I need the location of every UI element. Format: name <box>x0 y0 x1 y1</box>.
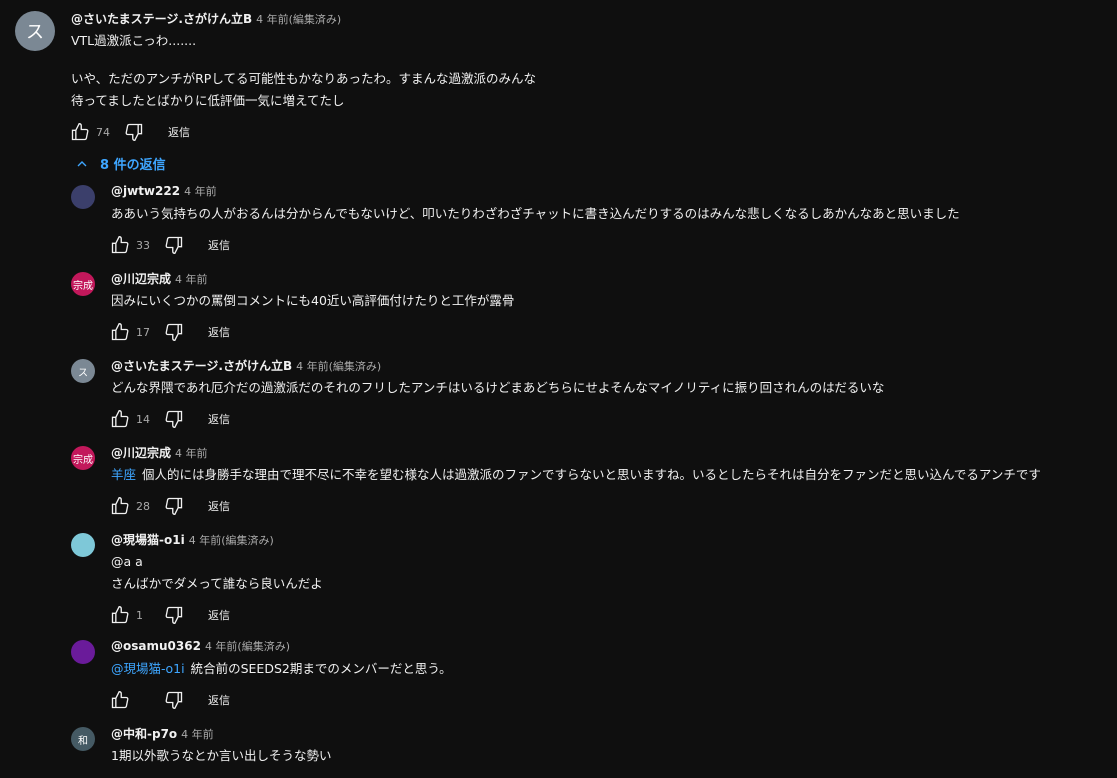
like-count: 28 <box>136 499 150 513</box>
reply-line: 1期以外歌うなとか言い出しそうな勢い <box>111 748 332 763</box>
comment-line: VTL過激派こっわ....... <box>71 33 197 48</box>
thumbs-up-icon[interactable] <box>70 122 90 142</box>
thumbs-up-icon[interactable] <box>110 690 130 710</box>
reply-header: @さいたまステージ.さがけん立B 4 年前(編集済み) <box>111 357 381 374</box>
reply-actions: 14 返信 <box>110 407 230 431</box>
thumbs-up-icon[interactable] <box>110 322 130 342</box>
like-count: 14 <box>136 412 150 426</box>
reply-actions: 17 返信 <box>110 320 230 344</box>
reply-actions: 1 返信 <box>110 603 230 627</box>
thumbs-down-icon[interactable] <box>164 690 184 710</box>
reply-author[interactable]: @川辺宗成 <box>111 272 171 286</box>
comment-line: 待ってましたとばかりに低評価一気に増えてたし <box>71 93 345 108</box>
comment-header: @さいたまステージ.さがけん立B 4 年前(編集済み) <box>71 10 341 27</box>
reply-author[interactable]: @川辺宗成 <box>111 446 171 460</box>
reply-button[interactable]: 返信 <box>208 237 230 253</box>
reply-header: @川辺宗成 4 年前 <box>111 444 208 461</box>
reply-time[interactable]: 4 年前 <box>175 447 208 460</box>
reply-line: ああいう気持ちの人がおるんは分からんでもないけど、叩いたりわざわざチャットに書き… <box>111 206 960 221</box>
reply-header: @現場猫-o1i 4 年前(編集済み) <box>111 531 274 548</box>
reply-time[interactable]: 4 年前 <box>175 273 208 286</box>
reply-text: 統合前のSEEDS2期までのメンバーだと思う。 <box>190 661 452 676</box>
like-count: 74 <box>96 125 110 139</box>
comment-line: いや、ただのアンチがRPしてる可能性もかなりあったわ。すまんな過激派のみんな <box>71 71 536 86</box>
reply-header: @osamu0362 4 年前(編集済み) <box>111 638 290 654</box>
reply-button[interactable]: 返信 <box>208 692 230 708</box>
reply-button[interactable]: 返信 <box>208 324 230 340</box>
avatar[interactable] <box>71 185 95 209</box>
avatar[interactable]: 宗成 <box>71 272 95 296</box>
thumbs-up-icon[interactable] <box>110 605 130 625</box>
chevron-up-icon <box>77 160 87 166</box>
reply-time[interactable]: 4 年前 <box>181 728 214 741</box>
reply-button[interactable]: 返信 <box>208 607 230 623</box>
reply-time[interactable]: 4 年前(編集済み) <box>296 360 381 373</box>
avatar[interactable]: ス <box>71 359 95 383</box>
reply-header: @jwtw222 4 年前 <box>111 183 217 199</box>
mention-link[interactable]: @現場猫-o1i <box>111 661 185 676</box>
like-count: 17 <box>136 325 150 339</box>
reply-author[interactable]: @中和-p7o <box>111 727 177 741</box>
reply-header: @中和-p7o 4 年前 <box>111 725 214 742</box>
thumbs-up-icon[interactable] <box>110 409 130 429</box>
avatar[interactable]: 和 <box>71 727 95 751</box>
avatar[interactable] <box>71 533 95 557</box>
thumbs-down-icon[interactable] <box>164 605 184 625</box>
reply-line: 因みにいくつかの罵倒コメントにも40近い高評価付けたりと工作が露骨 <box>111 293 515 308</box>
reply-line: @a a <box>111 554 143 569</box>
reply-text: 個人的には身勝手な理由で理不尽に不幸を望む様な人は過激派のファンですらないと思い… <box>142 467 1041 482</box>
reply-line: どんな界隈であれ厄介だの過激派だのそれのフリしたアンチはいるけどまあどちらにせよ… <box>111 380 885 395</box>
thumbs-down-icon[interactable] <box>164 496 184 516</box>
like-count: 1 <box>136 608 143 622</box>
thumbs-down-icon[interactable] <box>164 235 184 255</box>
thumbs-up-icon[interactable] <box>110 235 130 255</box>
thumbs-up-icon[interactable] <box>110 496 130 516</box>
avatar[interactable]: 宗成 <box>71 446 95 470</box>
reply-time[interactable]: 4 年前(編集済み) <box>189 534 274 547</box>
reply-author[interactable]: @さいたまステージ.さがけん立B <box>111 359 292 373</box>
mention-link[interactable]: 羊座 <box>111 467 136 482</box>
replies-toggle[interactable]: 8 件の返信 <box>74 154 166 173</box>
reply-author[interactable]: @現場猫-o1i <box>111 533 185 547</box>
reply-button[interactable]: 返信 <box>208 498 230 514</box>
replies-toggle-label: 8 件の返信 <box>100 158 166 173</box>
reply-line: @現場猫-o1i 統合前のSEEDS2期までのメンバーだと思う。 <box>111 658 452 680</box>
reply-button[interactable]: 返信 <box>208 411 230 427</box>
avatar[interactable]: ス <box>15 11 55 51</box>
reply-line: さんばかでダメって誰なら良いんだよ <box>111 576 323 591</box>
reply-line: 羊座 個人的には身勝手な理由で理不尽に不幸を望む様な人は過激派のファンですらないと… <box>111 464 1041 486</box>
comment-time[interactable]: 4 年前(編集済み) <box>256 13 341 26</box>
thumbs-down-icon[interactable] <box>124 122 144 142</box>
thumbs-down-icon[interactable] <box>164 322 184 342</box>
reply-header: @川辺宗成 4 年前 <box>111 270 208 287</box>
reply-author[interactable]: @osamu0362 <box>111 639 201 653</box>
thumbs-down-icon[interactable] <box>164 409 184 429</box>
reply-actions: 28 返信 <box>110 494 230 518</box>
reply-time[interactable]: 4 年前(編集済み) <box>205 640 290 653</box>
reply-author[interactable]: @jwtw222 <box>111 184 180 198</box>
reply-actions: 33 返信 <box>110 233 230 257</box>
avatar[interactable] <box>71 640 95 664</box>
comment-author[interactable]: @さいたまステージ.さがけん立B <box>71 12 252 26</box>
comment-actions: 74 返信 <box>70 120 190 144</box>
reply-actions: 返信 <box>110 688 230 712</box>
reply-time[interactable]: 4 年前 <box>184 185 217 198</box>
like-count: 33 <box>136 238 150 252</box>
reply-button[interactable]: 返信 <box>168 124 190 140</box>
